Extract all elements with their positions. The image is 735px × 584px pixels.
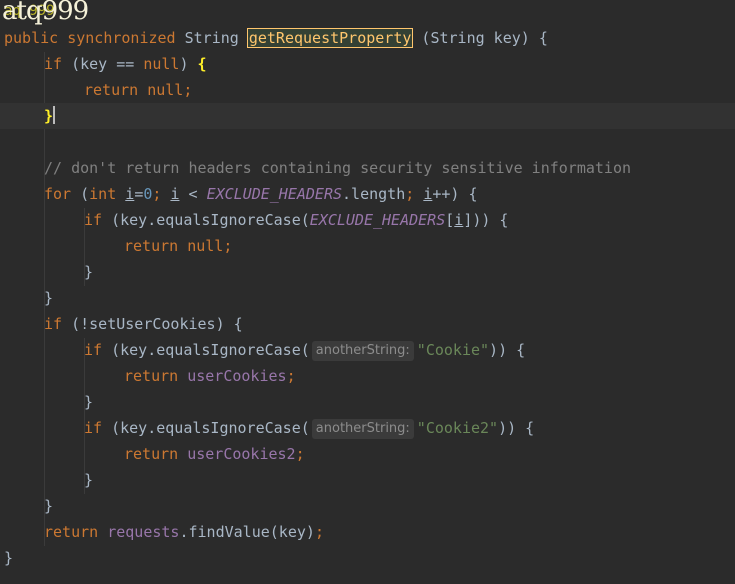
code-text: ])) { [463,211,509,229]
code-text: .findValue(key) [179,523,315,541]
keyword: return [124,367,179,385]
keyword: synchronized [67,29,176,47]
string-literal: "Cookie2" [416,419,499,437]
keyword: return [124,445,179,463]
semicolon: ; [405,185,424,203]
matched-brace: { [197,55,207,73]
keyword: return [124,237,179,255]
watermark-text: atq999 [2,0,89,26]
code-text: ( [71,185,90,203]
closing-brace: } [44,497,54,515]
parameter-hint: anotherString: [311,341,414,361]
code-line[interactable]: } [0,545,735,571]
string-literal: "Cookie" [416,341,490,359]
keyword: for [44,185,72,203]
text-caret [53,106,56,124]
matched-brace: } [44,107,54,125]
code-line[interactable]: if (key.equalsIgnoreCase(EXCLUDE_HEADERS… [0,207,735,233]
code-line[interactable]: return null; [0,233,735,259]
code-text: )) { [498,419,535,437]
keyword: null [187,237,224,255]
code-line[interactable]: if (key.equalsIgnoreCase(anotherString: "… [0,415,735,441]
closing-brace: } [4,549,14,567]
keyword: if [44,55,63,73]
constant: EXCLUDE_HEADERS [309,211,446,229]
code-line[interactable]: return userCookies2; [0,441,735,467]
method-params: (String key) { [412,29,548,47]
semicolon: ; [223,237,233,255]
code-comment: // don't return headers containing secur… [44,159,631,177]
semicolon: ; [286,367,296,385]
code-text: )) { [489,341,526,359]
code-line[interactable]: } [0,389,735,415]
code-line[interactable]: if (key == null) { [0,51,735,77]
closing-brace: } [44,289,54,307]
code-line[interactable]: if (key.equalsIgnoreCase(anotherString: "… [0,337,735,363]
code-editor[interactable]: public synchronized String getRequestPro… [0,0,735,584]
code-line[interactable]: return userCookies; [0,363,735,389]
code-text: (key.equalsIgnoreCase( [102,419,310,437]
code-line[interactable]: } [0,493,735,519]
code-line[interactable]: public synchronized String getRequestPro… [0,25,735,51]
closing-brace: } [84,393,94,411]
parameter-hint: anotherString: [311,419,414,439]
code-text: ) [179,55,198,73]
closing-brace: } [84,263,94,281]
code-line[interactable]: } [0,467,735,493]
code-line[interactable]: } [0,259,735,285]
keyword: if [84,419,103,437]
code-text: (key.equalsIgnoreCase( [102,341,310,359]
code-line[interactable]: return requests.findValue(key); [0,519,735,545]
code-text: ++) { [432,185,478,203]
code-text: = [134,185,144,203]
code-line[interactable]: return null; [0,77,735,103]
keyword: public [4,29,59,47]
code-text: (key == [62,55,144,73]
keyword: return [84,81,139,99]
closing-brace: } [84,471,94,489]
keyword: if [44,315,63,333]
variable: i [454,211,464,229]
code-text: < [179,185,207,203]
code-line[interactable]: } [0,285,735,311]
keyword: null [147,81,184,99]
code-line[interactable]: for (int i=0; i < EXCLUDE_HEADERS.length… [0,181,735,207]
variable: i [423,185,433,203]
keyword: if [84,341,103,359]
field-reference: userCookies2 [187,445,296,463]
type-name: String [184,29,239,47]
semicolon: ; [295,445,305,463]
current-code-line[interactable]: } [0,103,735,129]
field-reference: requests [107,523,180,541]
field-reference: userCookies [187,367,287,385]
code-text: [ [445,211,455,229]
code-text: (!setUserCookies) { [62,315,243,333]
variable: i [125,185,135,203]
code-text: (key.equalsIgnoreCase( [102,211,310,229]
method-name-highlighted: getRequestProperty [246,28,414,48]
constant: EXCLUDE_HEADERS [206,185,343,203]
keyword: int [89,185,117,203]
code-line[interactable]: if (!setUserCookies) { [0,311,735,337]
keyword: null [143,55,180,73]
code-line[interactable]: // don't return headers containing secur… [0,155,735,181]
keyword: if [84,211,103,229]
semicolon: ; [183,81,193,99]
code-text: .length [342,185,406,203]
semicolon: ; [314,523,324,541]
semicolon: ; [152,185,171,203]
keyword: return [44,523,99,541]
